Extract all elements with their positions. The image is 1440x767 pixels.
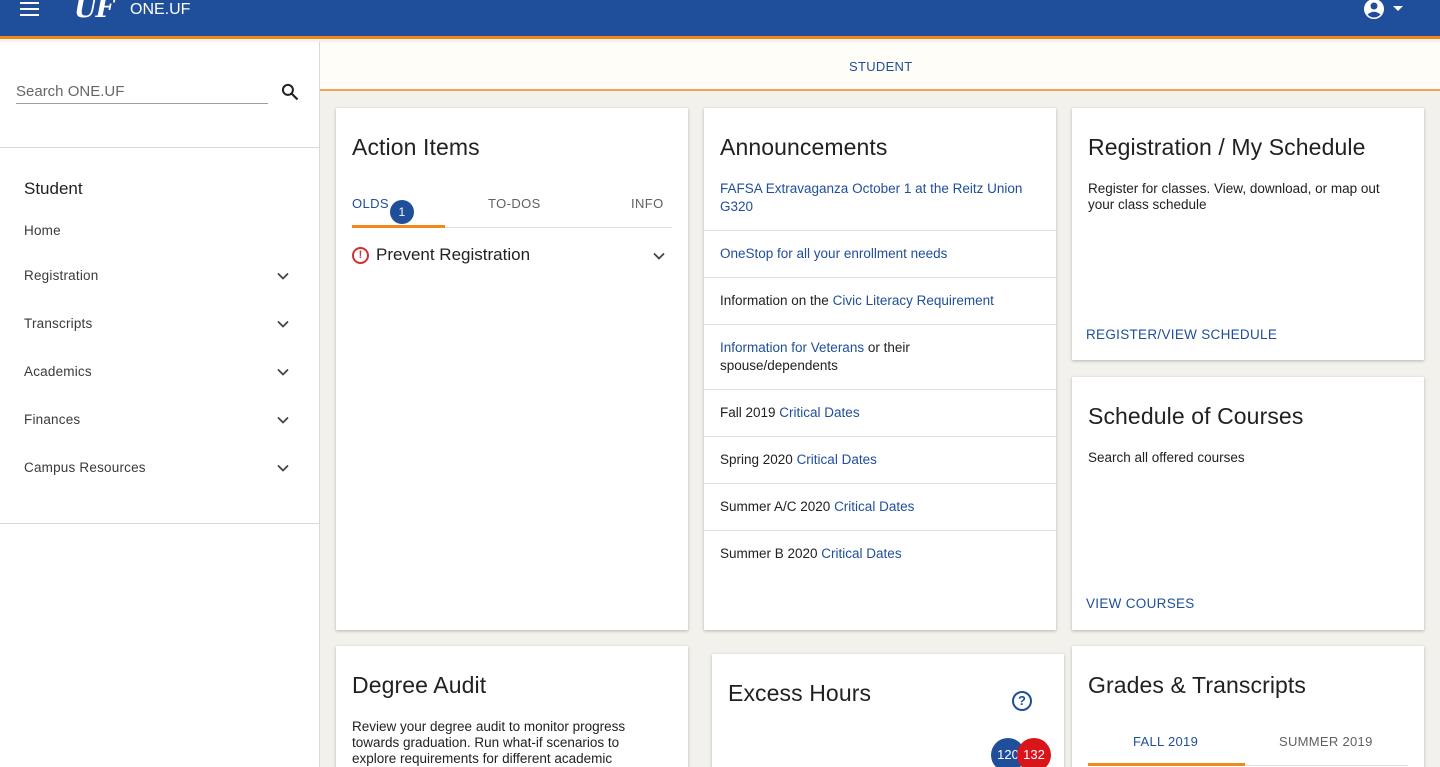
tab-fall-2019[interactable]: FALL 2019 <box>1133 734 1198 749</box>
hold-label: Prevent Registration <box>376 245 531 264</box>
chevron-down-icon <box>277 320 289 328</box>
uf-logo[interactable]: UF <box>74 0 114 24</box>
sidebar-divider <box>0 147 320 148</box>
sidebar-item-academics[interactable]: Academics <box>0 353 319 393</box>
announcement-item: Summer A/C 2020 Critical Dates <box>704 484 1056 531</box>
announcement-item: Summer B 2020 Critical Dates <box>704 531 1056 577</box>
chevron-down-icon <box>277 464 289 472</box>
card-title: Registration / My Schedule <box>1088 134 1366 160</box>
card-title: Schedule of Courses <box>1088 403 1304 429</box>
active-tab-indicator <box>352 225 445 228</box>
sidebar-divider <box>0 523 320 524</box>
announcement-link[interactable]: FAFSA Extravaganza October 1 at the Reit… <box>720 181 1022 214</box>
sidebar-heading: Student <box>24 179 83 198</box>
sidebar-item-campus-resources[interactable]: Campus Resources <box>0 449 319 489</box>
hours-limit-bubble: 132 <box>1017 738 1051 767</box>
announcements-card: Announcements FAFSA Extravaganza October… <box>704 108 1056 630</box>
announcement-link[interactable]: Civic Literacy Requirement <box>833 293 994 308</box>
top-app-bar: UF ONE.UF <box>0 0 1440 39</box>
tab-todos[interactable]: TO-DOS <box>488 196 541 211</box>
card-title: Degree Audit <box>352 672 487 698</box>
search-input[interactable] <box>16 80 268 102</box>
schedule-of-courses-card: Schedule of Courses Search all offered c… <box>1072 377 1424 630</box>
announcement-item: Information for Veterans or their spouse… <box>704 325 1056 390</box>
search-field <box>16 80 268 104</box>
grades-transcripts-card: Grades & Transcripts FALL 2019 SUMMER 20… <box>1072 646 1424 767</box>
announcement-item: Fall 2019 Critical Dates <box>704 390 1056 437</box>
chevron-down-icon <box>277 416 289 424</box>
tab-holds[interactable]: OLDS 1 <box>352 196 414 224</box>
sidebar-item-label: Finances <box>24 412 81 427</box>
announcement-link[interactable]: Critical Dates <box>797 452 877 467</box>
announcement-item: Information on the Civic Literacy Requir… <box>704 278 1056 325</box>
account-circle-icon <box>1364 0 1403 19</box>
announcement-text: Fall 2019 <box>720 405 780 420</box>
announcement-text: Summer B 2020 <box>720 546 822 561</box>
active-tab-indicator <box>1088 763 1245 766</box>
announcement-list: FAFSA Extravaganza October 1 at the Reit… <box>704 178 1056 577</box>
card-description: Search all offered courses <box>1088 450 1245 465</box>
tab-summer-2019[interactable]: SUMMER 2019 <box>1279 734 1373 749</box>
announcement-item: OneStop for all your enrollment needs <box>704 231 1056 278</box>
sidebar-item-label: Campus Resources <box>24 460 146 475</box>
announcement-link[interactable]: Critical Dates <box>834 499 914 514</box>
tab-holds-label: OLDS <box>352 196 390 211</box>
tab-student[interactable]: STUDENT <box>849 59 913 74</box>
announcement-link[interactable]: Critical Dates <box>821 546 901 561</box>
search-icon[interactable] <box>280 82 300 102</box>
action-items-tabs: OLDS 1 TO-DOS INFO <box>352 188 672 228</box>
excess-hours-card: Excess Hours ? 120 132 <box>712 654 1064 767</box>
card-title: Announcements <box>720 134 888 160</box>
role-tab-strip: STUDENT <box>320 42 1440 91</box>
card-title: Action Items <box>352 134 480 160</box>
view-courses-link[interactable]: VIEW COURSES <box>1086 596 1195 611</box>
help-icon[interactable]: ? <box>1012 691 1032 711</box>
announcement-text: Information on the <box>720 293 833 308</box>
registration-card: Registration / My Schedule Register for … <box>1072 108 1424 360</box>
chevron-down-icon[interactable] <box>652 249 666 263</box>
register-view-schedule-link[interactable]: REGISTER/VIEW SCHEDULE <box>1086 327 1277 342</box>
announcement-link[interactable]: Critical Dates <box>779 405 859 420</box>
announcement-text: Summer A/C 2020 <box>720 499 835 514</box>
term-tabs: FALL 2019 SUMMER 2019 <box>1088 726 1408 766</box>
sidebar-item-home[interactable]: Home <box>0 212 319 252</box>
announcement-text: Spring 2020 <box>720 452 797 467</box>
hamburger-menu-icon[interactable] <box>20 2 40 18</box>
sidebar-item-label: Home <box>24 223 61 238</box>
announcement-item: Spring 2020 Critical Dates <box>704 437 1056 484</box>
degree-audit-card: Degree Audit Review your degree audit to… <box>336 646 688 767</box>
announcement-item: FAFSA Extravaganza October 1 at the Reit… <box>704 178 1056 231</box>
tab-info[interactable]: INFO <box>631 196 664 211</box>
app-title[interactable]: ONE.UF <box>130 1 190 19</box>
sidebar-item-finances[interactable]: Finances <box>0 401 319 441</box>
hold-item[interactable]: ! Prevent Registration <box>352 244 672 272</box>
sidebar-item-label: Transcripts <box>24 316 93 331</box>
sidebar: Student Home Registration Transcripts Ac… <box>0 42 320 767</box>
card-description: Register for classes. View, download, or… <box>1088 181 1380 212</box>
account-menu-button[interactable] <box>1362 0 1408 22</box>
card-title: Excess Hours <box>728 680 872 706</box>
sidebar-item-label: Academics <box>24 364 92 379</box>
sidebar-item-transcripts[interactable]: Transcripts <box>0 305 319 345</box>
chevron-down-icon <box>277 272 289 280</box>
action-items-card: Action Items OLDS 1 TO-DOS INFO ! Preven… <box>336 108 688 630</box>
announcement-link[interactable]: Information for Veterans <box>720 340 864 355</box>
card-description: Review your degree audit to monitor prog… <box>352 719 626 766</box>
holds-count-badge: 1 <box>390 200 414 224</box>
chevron-down-icon <box>277 368 289 376</box>
sidebar-item-registration[interactable]: Registration <box>0 257 319 297</box>
sidebar-item-label: Registration <box>24 268 99 283</box>
card-title: Grades & Transcripts <box>1088 672 1307 698</box>
announcement-link[interactable]: OneStop for all your enrollment needs <box>720 246 947 261</box>
alert-icon: ! <box>352 247 369 264</box>
